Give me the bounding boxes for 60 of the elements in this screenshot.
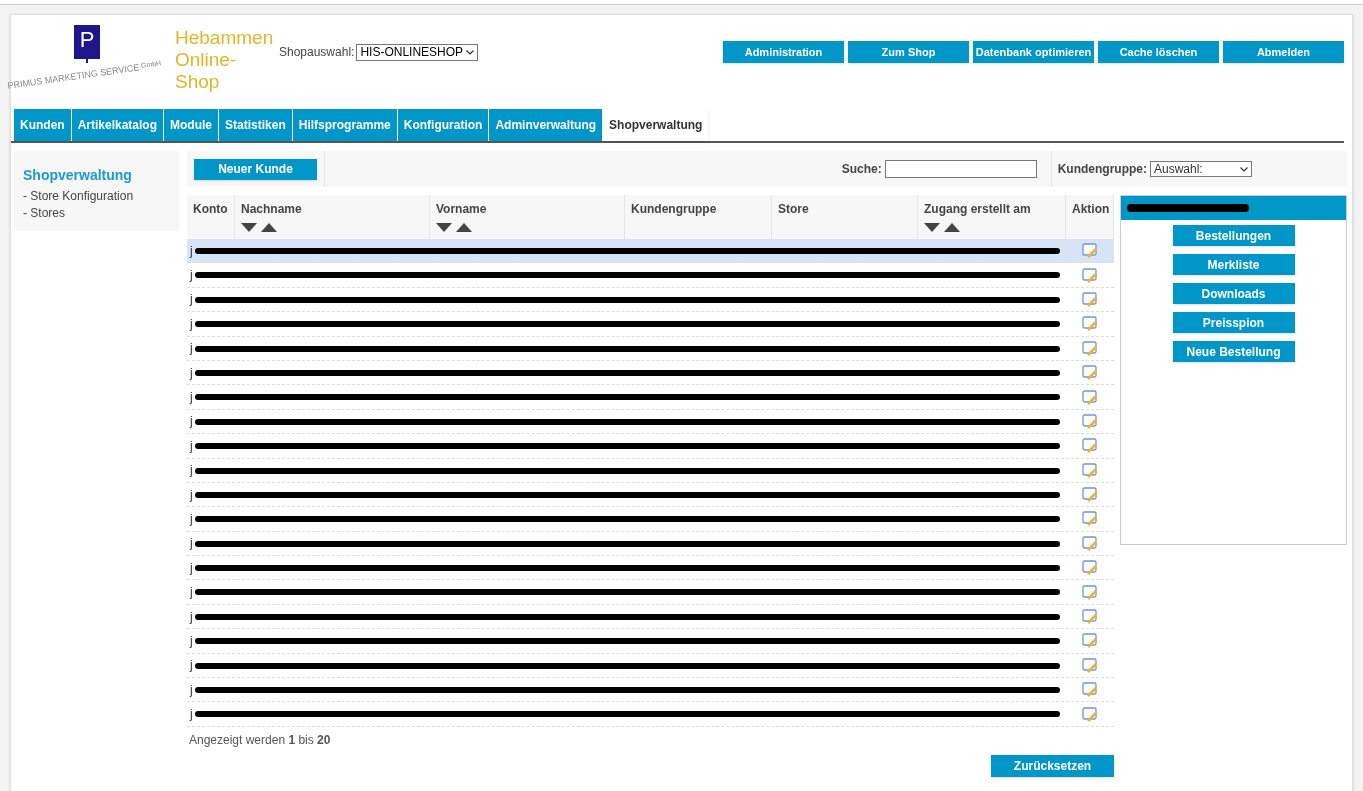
pagination-text: Angezeigt werden 1 bis 20 — [189, 731, 332, 749]
sidebar-title: Shopverwaltung — [23, 166, 133, 185]
edit-icon[interactable] — [1082, 243, 1098, 259]
account-text: j — [188, 486, 194, 504]
sort-arrows-icon[interactable] — [436, 222, 472, 233]
shop-select-label: Shopauswahl: — [279, 44, 355, 61]
account-text: j — [188, 511, 194, 528]
search-label: Suche: — [841, 161, 882, 178]
edit-icon[interactable] — [1082, 706, 1098, 722]
edit-icon[interactable] — [1082, 657, 1098, 673]
edit-icon[interactable] — [1082, 291, 1098, 307]
account-text: j — [188, 559, 194, 577]
account-text: j — [188, 267, 194, 285]
search-field[interactable] — [884, 160, 1037, 178]
account-text: j — [188, 437, 194, 455]
account-text: j — [188, 291, 194, 309]
account-text: j — [188, 242, 194, 260]
account-text: j — [188, 657, 194, 675]
sort-arrows-icon[interactable] — [924, 222, 960, 233]
chevron-down-icon — [1240, 166, 1248, 172]
sort-arrows-icon[interactable] — [241, 222, 277, 233]
edit-icon[interactable] — [1082, 535, 1098, 551]
table-row[interactable]: j — [187, 239, 1114, 264]
shop-title: Hebammen — [175, 27, 274, 49]
edit-icon[interactable] — [1082, 633, 1098, 649]
account-text: j — [188, 706, 194, 724]
account-text: j — [188, 584, 194, 602]
edit-icon[interactable] — [1082, 413, 1098, 429]
account-text: j — [188, 462, 194, 480]
edit-icon[interactable] — [1082, 267, 1098, 283]
group-label: Kundengruppe: — [1057, 161, 1147, 178]
edit-icon[interactable] — [1082, 609, 1098, 625]
account-text: j — [188, 315, 194, 333]
account-text: j — [188, 389, 194, 407]
account-text: j — [188, 632, 194, 650]
edit-icon[interactable] — [1082, 560, 1098, 576]
nav-tab[interactable]: Shopverwaltung — [603, 109, 709, 141]
edit-icon[interactable] — [1082, 584, 1098, 600]
edit-icon[interactable] — [1082, 365, 1098, 381]
account-text: j — [188, 681, 194, 699]
account-text: j — [188, 413, 194, 431]
group-select[interactable]: Auswahl: — [1150, 161, 1252, 177]
edit-icon[interactable] — [1082, 511, 1098, 527]
sidebar-link[interactable]: - Stores — [23, 206, 65, 220]
account-text: j — [188, 535, 194, 553]
account-text: j — [188, 608, 194, 626]
account-text: j — [188, 364, 194, 382]
edit-icon[interactable] — [1082, 682, 1098, 698]
edit-icon[interactable] — [1082, 389, 1098, 405]
shop-select[interactable]: HIS-ONLINESHOP — [356, 43, 479, 61]
company-name: PRIMUS MARKETING SERVICE — [7, 61, 141, 93]
shop-title: Online-Shop — [175, 49, 238, 93]
account-text: j — [188, 340, 194, 358]
edit-icon[interactable] — [1082, 340, 1098, 356]
edit-icon[interactable] — [1082, 487, 1098, 503]
edit-icon[interactable] — [1082, 438, 1098, 454]
edit-icon[interactable] — [1082, 316, 1098, 332]
sidebar-link[interactable]: - Store Konfiguration — [23, 189, 134, 203]
chevron-down-icon — [466, 49, 475, 55]
edit-icon[interactable] — [1082, 462, 1098, 478]
